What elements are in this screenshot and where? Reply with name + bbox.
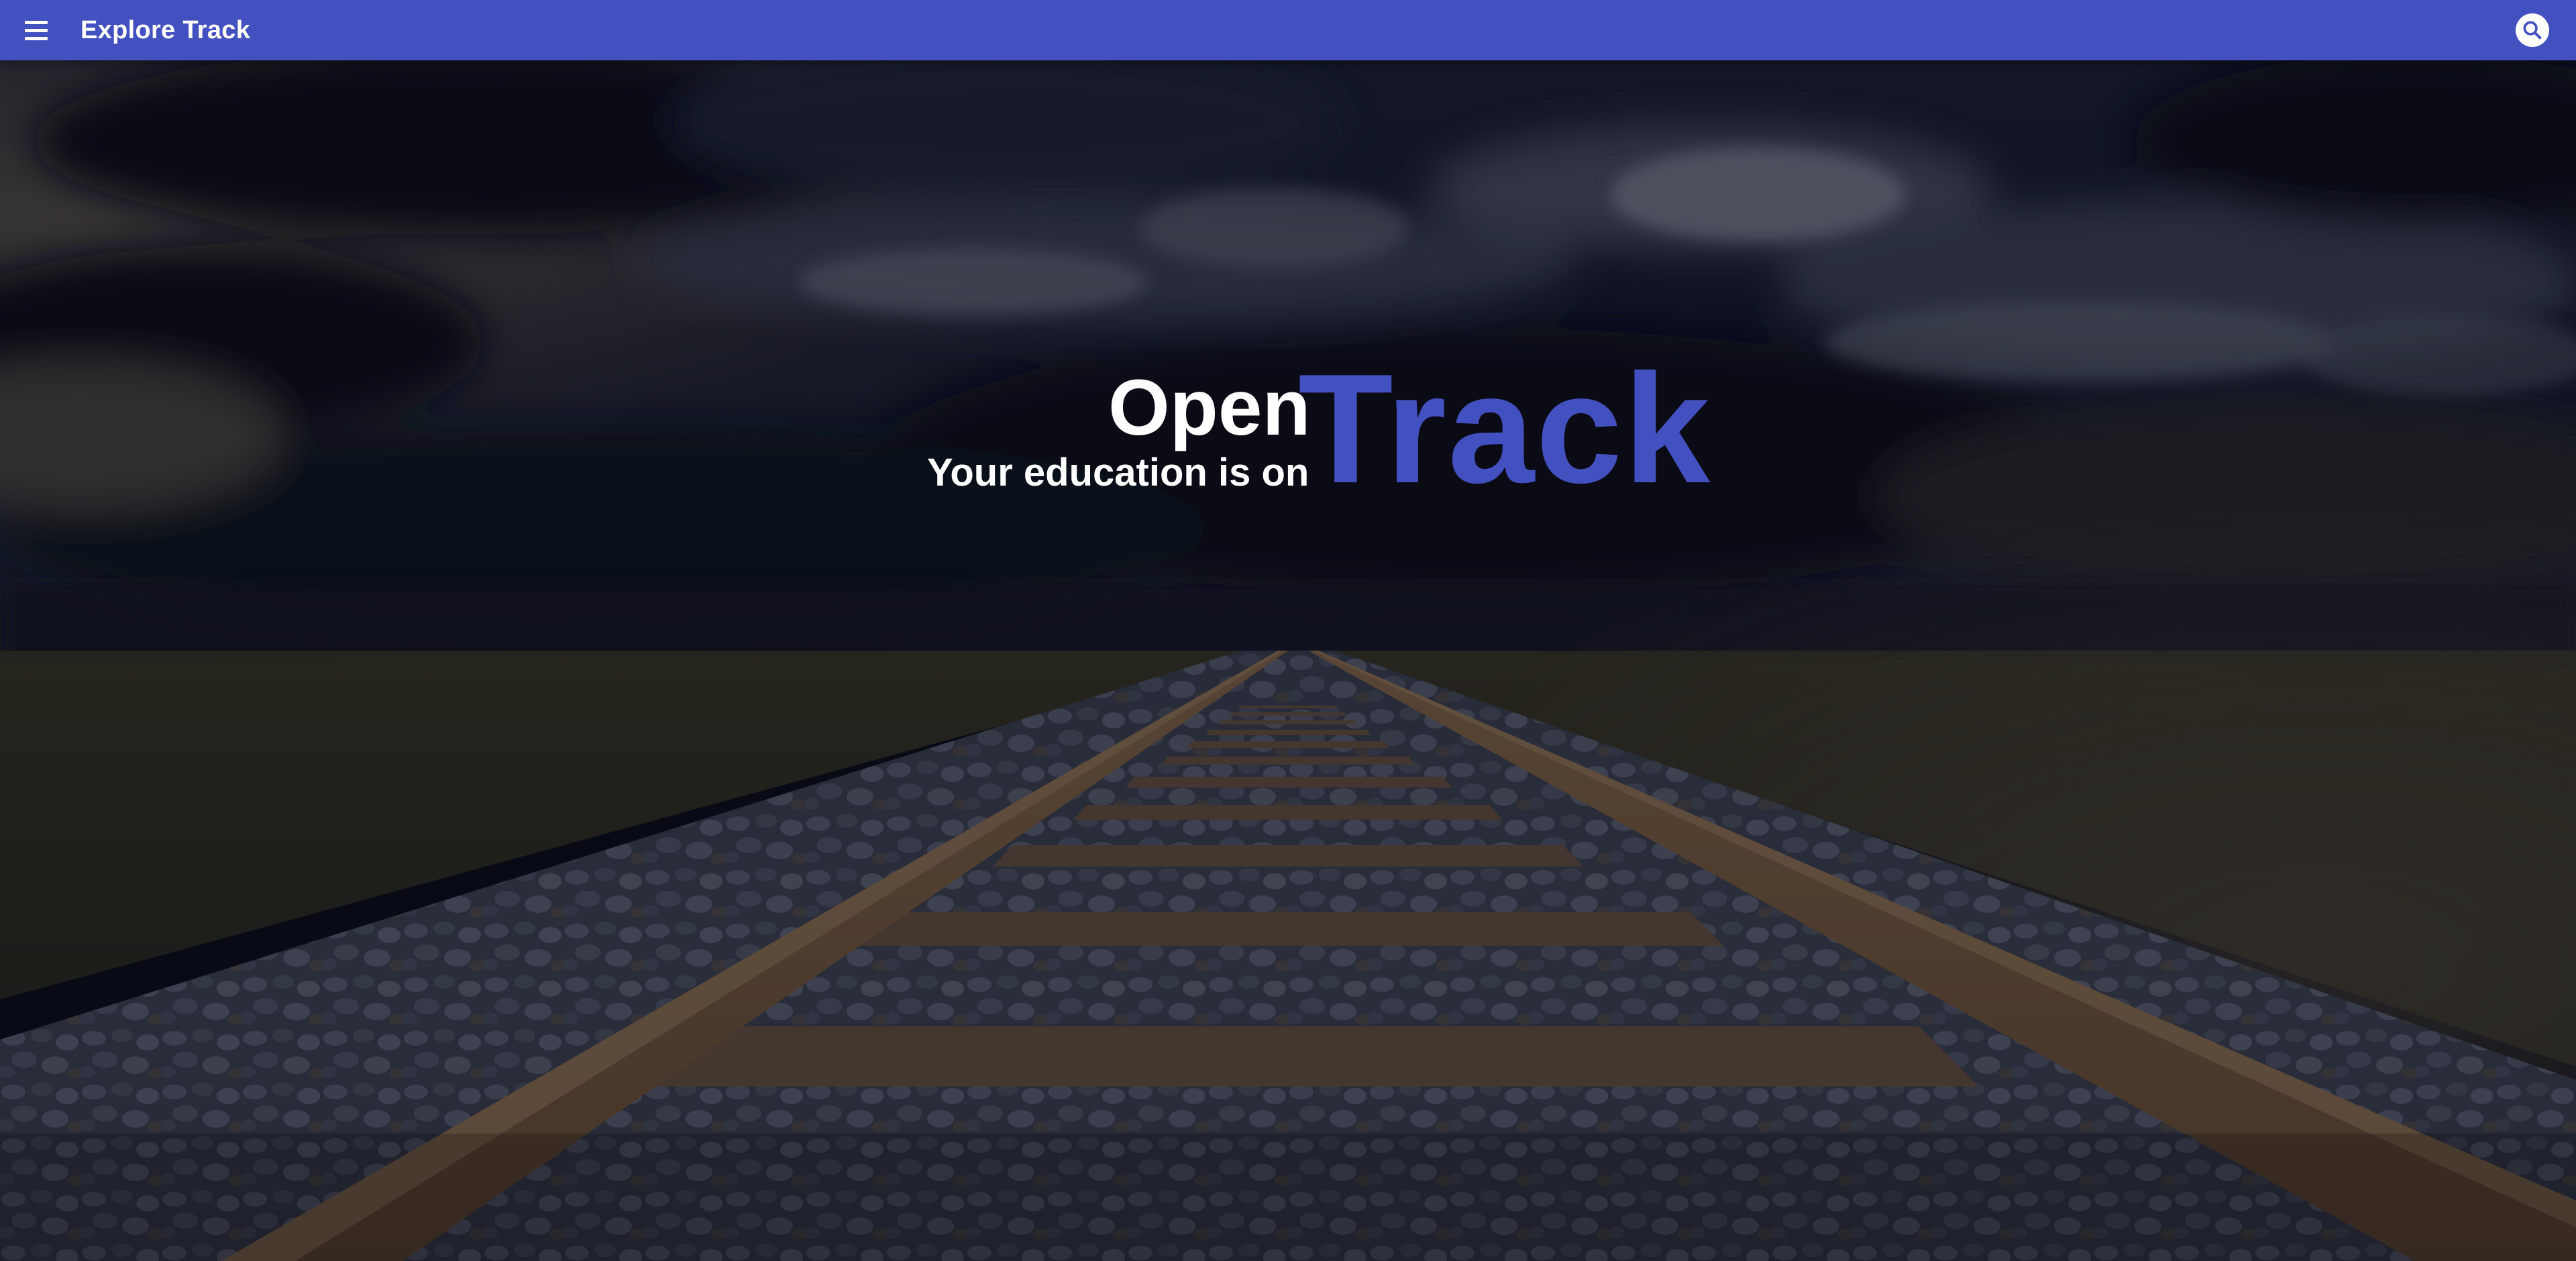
hamburger-menu-icon[interactable] (23, 17, 50, 44)
menu-line (25, 20, 48, 24)
search-icon (2523, 21, 2542, 40)
menu-line (25, 28, 48, 32)
search-button[interactable] (2516, 13, 2549, 47)
menu-line (25, 36, 48, 40)
app-title: Explore Track (80, 16, 251, 44)
hero-dark-overlay (0, 60, 2576, 1261)
top-app-bar: Explore Track (0, 0, 2576, 60)
brand-word-track: Track (1298, 342, 1712, 516)
brand-lockup: Open Your education is on Track (926, 309, 1710, 523)
brand-tagline: Your education is on (927, 451, 1309, 494)
app-root: Explore Track Open Your education is on … (0, 0, 2576, 1261)
brand-word-open: Open (1108, 364, 1311, 452)
hero-banner: Open Your education is on Track (0, 60, 2576, 1261)
